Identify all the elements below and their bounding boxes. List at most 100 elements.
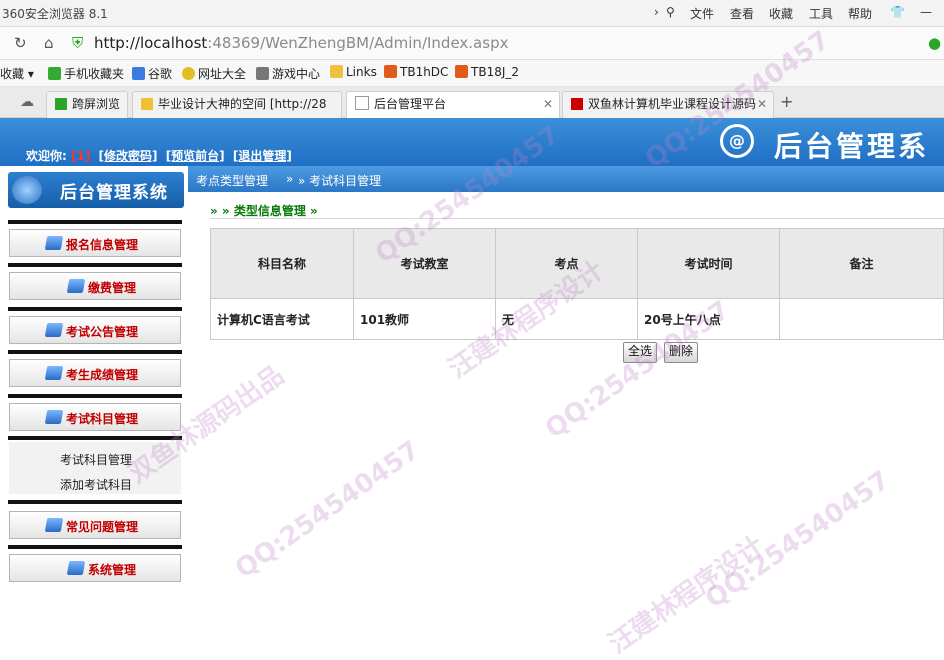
sidebar-item-subjects[interactable]: 考试科目管理 xyxy=(9,403,181,431)
browser-title: 360安全浏览器 8.1 xyxy=(2,7,108,21)
panel-title: » » 类型信息管理 » xyxy=(210,204,318,218)
bookmark-favorites[interactable]: 收藏 ▾ xyxy=(0,65,34,82)
sidebar-logo: 后台管理系统 xyxy=(8,172,184,208)
menu-favorites[interactable]: 收藏 xyxy=(769,5,793,22)
col-classroom: 考试教室 xyxy=(353,228,496,299)
cell-classroom: 101教师 xyxy=(353,298,496,340)
select-all-button[interactable]: 全选 xyxy=(623,342,658,363)
sidebar-divider xyxy=(8,394,182,398)
bookmark-mobile[interactable]: 手机收藏夹 xyxy=(48,65,124,82)
table-row[interactable]: 计算机C语言考试 101教师 无 20号上午八点 xyxy=(210,298,944,340)
watermark-qq: QQ:254540457 xyxy=(230,435,426,585)
sidebar-item-payment[interactable]: 缴费管理 xyxy=(9,272,181,300)
user-icon[interactable]: ⚲ xyxy=(666,5,675,19)
tab-admin[interactable]: 后台管理平台 ✕ xyxy=(346,91,560,119)
shirt-icon[interactable]: 👕 xyxy=(890,5,905,19)
phone-icon xyxy=(55,98,67,110)
google-icon xyxy=(132,67,145,80)
header-logo-text: 后台管理系 xyxy=(774,130,930,163)
menu-icon xyxy=(66,279,86,293)
submenu-add-subject[interactable]: 添加考试科目 xyxy=(60,476,132,493)
bookmark-sites[interactable]: 网址大全 xyxy=(182,65,246,82)
extension-icon[interactable]: ● xyxy=(928,34,941,52)
change-password-link[interactable]: [修改密码] xyxy=(99,149,158,163)
sidebar-item-scores[interactable]: 考生成绩管理 xyxy=(9,359,181,387)
menu-icon xyxy=(44,410,64,424)
tab-cross-screen[interactable]: 跨屏浏览 xyxy=(46,91,128,118)
back-forward-icon[interactable]: › xyxy=(654,5,659,19)
gamepad-icon xyxy=(256,67,269,80)
bookmark-games[interactable]: 游戏中心 xyxy=(256,65,320,82)
bookmark-tb1[interactable]: TB1hDC xyxy=(384,65,448,79)
menu-tools[interactable]: 工具 xyxy=(809,5,833,22)
sidebar-divider xyxy=(8,545,182,549)
sidebar-divider xyxy=(8,500,182,504)
page-icon xyxy=(355,96,369,110)
sidebar-item-notices[interactable]: 考试公告管理 xyxy=(9,316,181,344)
menu-icon xyxy=(44,323,64,337)
site-icon xyxy=(571,98,583,110)
url-path: :48369/WenZhengBM/Admin/Index.aspx xyxy=(207,34,509,52)
taobao-icon xyxy=(455,65,468,78)
tab-blog[interactable]: 毕业设计大神的空间 [http://28 xyxy=(132,91,342,118)
bookmark-links[interactable]: Links xyxy=(330,65,377,79)
breadcrumb-separator: » xyxy=(286,172,294,186)
menu-view[interactable]: 查看 xyxy=(730,5,754,22)
menu-icon xyxy=(44,518,64,532)
sidebar-item-faq[interactable]: 常见问题管理 xyxy=(9,511,181,539)
subject-table-wrapper: 科目名称 考试教室 考点 考试时间 备注 计算机C语言考试 101教师 无 20… xyxy=(210,228,944,340)
bookmark-google[interactable]: 谷歌 xyxy=(132,65,172,82)
close-tab-icon[interactable]: ✕ xyxy=(757,92,767,116)
col-remark: 备注 xyxy=(779,228,944,299)
sidebar-divider xyxy=(8,350,182,354)
menu-icon xyxy=(44,366,64,380)
delete-button[interactable]: 删除 xyxy=(664,342,699,363)
logout-link[interactable]: [退出管理] xyxy=(233,149,292,163)
menu-help[interactable]: 帮助 xyxy=(848,5,872,22)
bookmarks-bar: 收藏 ▾ 手机收藏夹 谷歌 网址大全 游戏中心 Links TB1hDC TB1… xyxy=(0,60,944,87)
breadcrumb: 考点类型管理 » » 考试科目管理 xyxy=(188,166,944,192)
panel-divider xyxy=(210,218,944,219)
shield-icon: ⛨ xyxy=(72,34,84,52)
sidebar-item-system[interactable]: 系统管理 xyxy=(9,554,181,582)
welcome-label: 欢迎你: xyxy=(26,149,67,163)
minimize-icon[interactable]: — xyxy=(920,5,932,19)
submenu-subject-list[interactable]: 考试科目管理 xyxy=(60,451,132,468)
phone-icon xyxy=(48,67,61,80)
sidebar-divider xyxy=(8,307,182,311)
sidebar-divider xyxy=(8,436,182,440)
new-tab-icon[interactable]: + xyxy=(780,92,793,111)
refresh-icon[interactable]: ↻ xyxy=(14,34,27,52)
url-field[interactable]: http://localhost:48369/WenZhengBM/Admin/… xyxy=(94,34,508,52)
globe-icon xyxy=(182,67,195,80)
cloud-icon[interactable]: ☁ xyxy=(20,94,34,110)
breadcrumb-current: » 考试科目管理 xyxy=(298,174,382,188)
logo-at-icon: @ xyxy=(720,124,754,158)
table-header-row: 科目名称 考试教室 考点 考试时间 备注 xyxy=(210,228,944,299)
bookmark-tb2[interactable]: TB18J_2 xyxy=(455,65,519,79)
close-tab-icon[interactable]: ✕ xyxy=(543,92,553,116)
url-host: http://localhost xyxy=(94,34,208,52)
cell-subject-name: 计算机C语言考试 xyxy=(210,298,354,340)
welcome-bar: 欢迎你: [1] [修改密码] [预览前台] [退出管理] xyxy=(26,147,292,164)
address-bar: ↻ ⌂ ⛨ http://localhost:48369/WenZhengBM/… xyxy=(0,27,944,60)
cell-exam-time: 20号上午八点 xyxy=(637,298,780,340)
col-exam-site: 考点 xyxy=(495,228,638,299)
sidebar-item-registration[interactable]: 报名信息管理 xyxy=(9,229,181,257)
cell-remark xyxy=(779,298,944,340)
preview-front-link[interactable]: [预览前台] xyxy=(166,149,225,163)
tab-source[interactable]: 双鱼林计算机毕业课程设计源码 ✕ xyxy=(562,91,774,118)
menu-icon xyxy=(44,236,64,250)
logo-swirl-icon xyxy=(12,176,42,204)
col-exam-time: 考试时间 xyxy=(637,228,780,299)
browser-titlebar: 360安全浏览器 8.1 › ⚲ 文件 查看 收藏 工具 帮助 👕 — xyxy=(0,0,944,27)
tab-bar: ☁ 跨屏浏览 毕业设计大神的空间 [http://28 后台管理平台 ✕ 双鱼林计… xyxy=(0,87,944,119)
user-id: [1] xyxy=(71,149,91,163)
menu-file[interactable]: 文件 xyxy=(690,5,714,22)
home-icon[interactable]: ⌂ xyxy=(44,34,54,52)
col-subject-name: 科目名称 xyxy=(210,228,354,299)
header-logo: @ 后台管理系 xyxy=(720,122,944,163)
taobao-icon xyxy=(384,65,397,78)
breadcrumb-category[interactable]: 考点类型管理 xyxy=(196,172,268,189)
star-icon xyxy=(141,98,153,110)
